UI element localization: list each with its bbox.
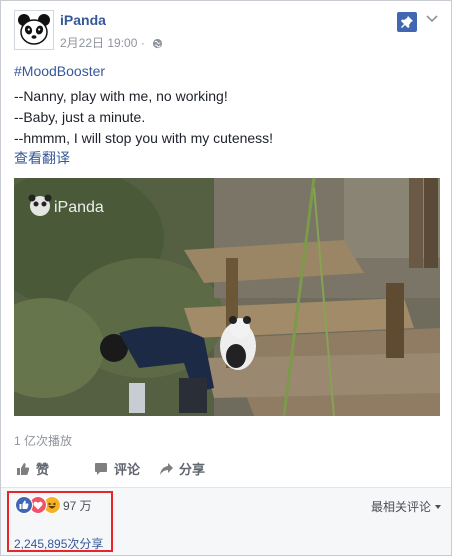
page-name-link[interactable]: iPanda (60, 12, 106, 28)
action-bar: 赞 评论 分享 (14, 458, 440, 484)
caret-down-icon (435, 505, 441, 509)
see-translation-link[interactable]: 查看翻译 (14, 148, 70, 168)
post-card: iPanda 2月22日 19:00 · #MoodBooster --Nann… (0, 0, 452, 556)
share-icon (160, 463, 173, 475)
panda-avatar-icon (18, 14, 50, 45)
post-line: --Nanny, play with me, no working! (14, 88, 228, 104)
post-header: iPanda 2月22日 19:00 · (14, 10, 441, 52)
like-icon (17, 463, 30, 475)
chevron-down-icon[interactable] (426, 14, 438, 24)
comment-sort-label: 最相关评论 (370, 500, 431, 514)
pin-icon (401, 16, 413, 28)
video-frame: iPanda (14, 178, 440, 416)
post-meta: 2月22日 19:00 · (60, 34, 163, 51)
comment-label: 评论 (114, 462, 141, 477)
page-avatar[interactable] (14, 10, 54, 50)
meta-separator: · (140, 36, 145, 50)
like-reaction-icon (15, 496, 33, 514)
view-count: 1 亿次播放 (14, 434, 73, 448)
share-label: 分享 (179, 462, 206, 477)
pin-button[interactable] (397, 12, 417, 32)
video-watermark-text: iPanda (54, 199, 104, 216)
hashtag-link[interactable]: #MoodBooster (14, 61, 273, 82)
comment-icon (95, 463, 107, 475)
like-label: 赞 (36, 462, 50, 477)
post-line: --Baby, just a minute. (14, 109, 146, 125)
post-line: --hmmm, I will stop you with my cuteness… (14, 130, 274, 146)
post-timestamp[interactable]: 2月22日 19:00 (60, 36, 137, 50)
video-player[interactable]: iPanda (14, 178, 440, 416)
post-body: #MoodBooster --Nanny, play with me, no w… (14, 61, 273, 149)
comment-sort-dropdown[interactable]: 最相关评论 (371, 498, 441, 515)
globe-icon (152, 38, 163, 49)
